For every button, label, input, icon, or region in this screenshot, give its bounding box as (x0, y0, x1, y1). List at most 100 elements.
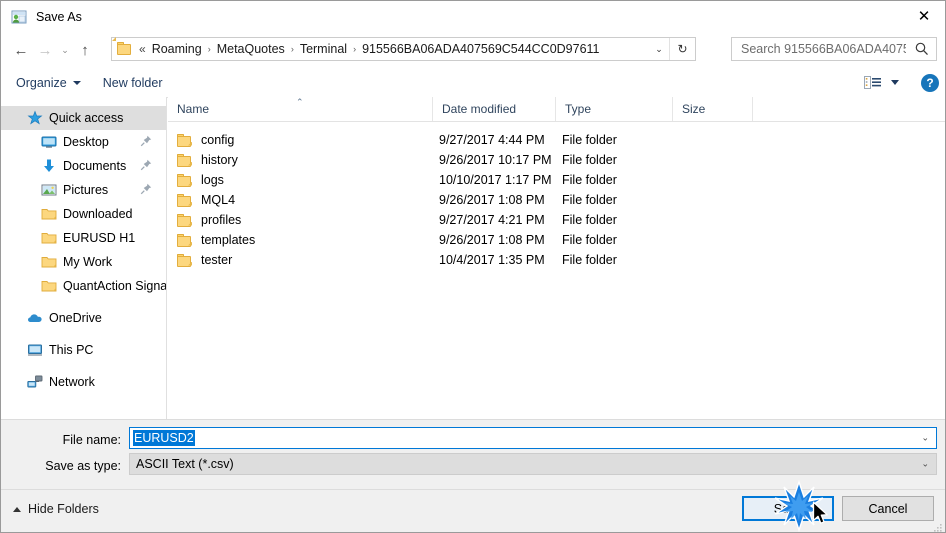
resize-grip-icon[interactable] (932, 521, 944, 532)
sidebar-item-label: Pictures (63, 183, 109, 197)
chevron-down-icon (72, 80, 81, 85)
hide-folders-button[interactable]: Hide Folders (13, 502, 99, 516)
column-header-date-modified[interactable]: Date modified (433, 97, 556, 121)
view-layout-icon[interactable] (864, 75, 884, 91)
cloud-icon (27, 310, 43, 326)
folder-icon (41, 254, 57, 270)
search-icon[interactable] (914, 41, 930, 57)
sidebar-item-label: Network (49, 375, 95, 389)
file-name-text: templates (201, 233, 256, 247)
chevron-down-icon[interactable] (891, 80, 899, 85)
organize-button[interactable]: Organize (9, 72, 88, 94)
sidebar-item-documents[interactable]: Documents (1, 154, 166, 178)
pin-icon[interactable] (140, 183, 152, 195)
sidebar-item-quick-access[interactable]: Quick access (1, 106, 166, 130)
organize-label: Organize (16, 75, 67, 90)
sidebar-item-label: Documents (63, 159, 127, 173)
chevron-down-icon[interactable]: ⌄ (649, 38, 669, 60)
folder-icon (177, 233, 193, 247)
file-name-text: tester (201, 253, 233, 267)
pin-icon[interactable] (140, 135, 152, 147)
sidebar-item-downloaded[interactable]: Downloaded (1, 202, 166, 226)
sidebar-item-label: This PC (49, 343, 94, 357)
file-name-text: config (201, 133, 235, 147)
table-row[interactable]: history 9/26/2017 10:17 PM File folder (168, 150, 945, 170)
sidebar-item-label: EURUSD H1 (63, 231, 136, 245)
date-modified-cell: 9/26/2017 1:08 PM (439, 233, 545, 247)
forward-icon[interactable]: → (33, 38, 57, 62)
breadcrumb-item-metaquotes[interactable]: MetaQuotes (214, 40, 288, 58)
sidebar-item-desktop[interactable]: Desktop (1, 130, 166, 154)
file-name-text: profiles (201, 213, 242, 227)
table-row[interactable]: logs 10/10/2017 1:17 PM File folder (168, 170, 945, 190)
folder-icon (177, 153, 193, 167)
sidebar-item-my-work[interactable]: My Work (1, 250, 166, 274)
breadcrumb-item-instance[interactable]: 915566BA06ADA407569C544CC0D97611 (359, 40, 602, 58)
type-cell: File folder (562, 253, 617, 267)
column-header-size[interactable]: Size (673, 97, 753, 121)
file-name-cell: config (177, 133, 234, 147)
chevron-down-icon[interactable]: ⌄ (921, 433, 929, 444)
type-cell: File folder (562, 133, 617, 147)
recent-locations-icon[interactable]: ⌄ (57, 38, 73, 62)
back-icon[interactable]: ← (9, 38, 33, 62)
address-bar[interactable]: « Roaming › MetaQuotes › Terminal › 9155… (111, 37, 696, 61)
pin-icon[interactable] (140, 159, 152, 171)
sidebar-item-label: Quick access (49, 111, 124, 125)
table-row[interactable]: MQL4 9/26/2017 1:08 PM File folder (168, 190, 945, 210)
type-cell: File folder (562, 173, 617, 187)
monitor-icon (41, 134, 57, 150)
table-row[interactable]: config 9/27/2017 4:44 PM File folder (168, 130, 945, 150)
date-modified-cell: 9/27/2017 4:44 PM (439, 133, 545, 147)
breadcrumb-separator-icon[interactable]: › (208, 44, 211, 54)
file-list-pane: Name ⌃ Date modified Type Size config 9/2… (168, 97, 945, 419)
type-cell: File folder (562, 213, 617, 227)
file-name-input[interactable]: EURUSD2 ⌄ (129, 427, 937, 449)
title-bar: Save As ✕ (1, 1, 945, 32)
command-toolbar: Organize New folder ? (1, 68, 945, 98)
breadcrumb-item-terminal[interactable]: Terminal (297, 40, 350, 58)
folder-icon (112, 37, 133, 56)
folder-icon (41, 230, 57, 246)
sort-ascending-icon: ⌃ (296, 97, 304, 107)
new-folder-button[interactable]: New folder (96, 72, 170, 94)
sidebar-item-this-pc[interactable]: This PC (1, 338, 166, 362)
sidebar-item-quantaction-signal[interactable]: QuantAction Signal (1, 274, 166, 298)
sidebar-item-eurusd-h1[interactable]: EURUSD H1 (1, 226, 166, 250)
table-row[interactable]: templates 9/26/2017 1:08 PM File folder (168, 230, 945, 250)
folder-icon (41, 206, 57, 222)
date-modified-cell: 9/27/2017 4:21 PM (439, 213, 545, 227)
close-button[interactable]: ✕ (901, 1, 945, 31)
up-icon[interactable]: ↑ (73, 38, 97, 62)
chevron-down-icon[interactable]: ⌄ (921, 459, 929, 470)
toolbar-right-group: ? (864, 68, 939, 97)
table-row[interactable]: profiles 9/27/2017 4:21 PM File folder (168, 210, 945, 230)
save-button[interactable]: Save (742, 496, 834, 521)
file-name-cell: MQL4 (177, 193, 235, 207)
sidebar-item-network[interactable]: Network (1, 370, 166, 394)
save-as-type-select[interactable]: ASCII Text (*.csv) ⌄ (129, 453, 937, 475)
window-title: Save As (36, 9, 82, 24)
breadcrumb-overflow-icon[interactable]: « (139, 42, 146, 56)
cancel-button[interactable]: Cancel (842, 496, 934, 521)
folder-icon (41, 278, 57, 294)
help-button[interactable]: ? (921, 73, 939, 92)
sidebar-item-pictures[interactable]: Pictures (1, 178, 166, 202)
sidebar-item-onedrive[interactable]: OneDrive (1, 306, 166, 330)
download-arrow-icon (41, 158, 57, 174)
column-header-row: Name ⌃ Date modified Type Size (168, 97, 945, 122)
file-name-value[interactable]: EURUSD2 (133, 430, 195, 446)
breadcrumb-item-roaming[interactable]: Roaming (149, 40, 205, 58)
breadcrumb-separator-icon[interactable]: › (353, 44, 356, 54)
search-input[interactable] (739, 41, 908, 57)
table-row[interactable]: tester 10/4/2017 1:35 PM File folder (168, 250, 945, 270)
file-name-text: logs (201, 173, 224, 187)
column-header-type[interactable]: Type (556, 97, 673, 121)
refresh-icon[interactable]: ↻ (669, 38, 695, 60)
search-box[interactable] (731, 37, 937, 61)
breadcrumb-separator-icon[interactable]: › (291, 44, 294, 54)
date-modified-cell: 10/10/2017 1:17 PM (439, 173, 552, 187)
sidebar-item-label: Desktop (63, 135, 109, 149)
chevron-up-icon (13, 506, 21, 512)
network-icon (27, 374, 43, 390)
